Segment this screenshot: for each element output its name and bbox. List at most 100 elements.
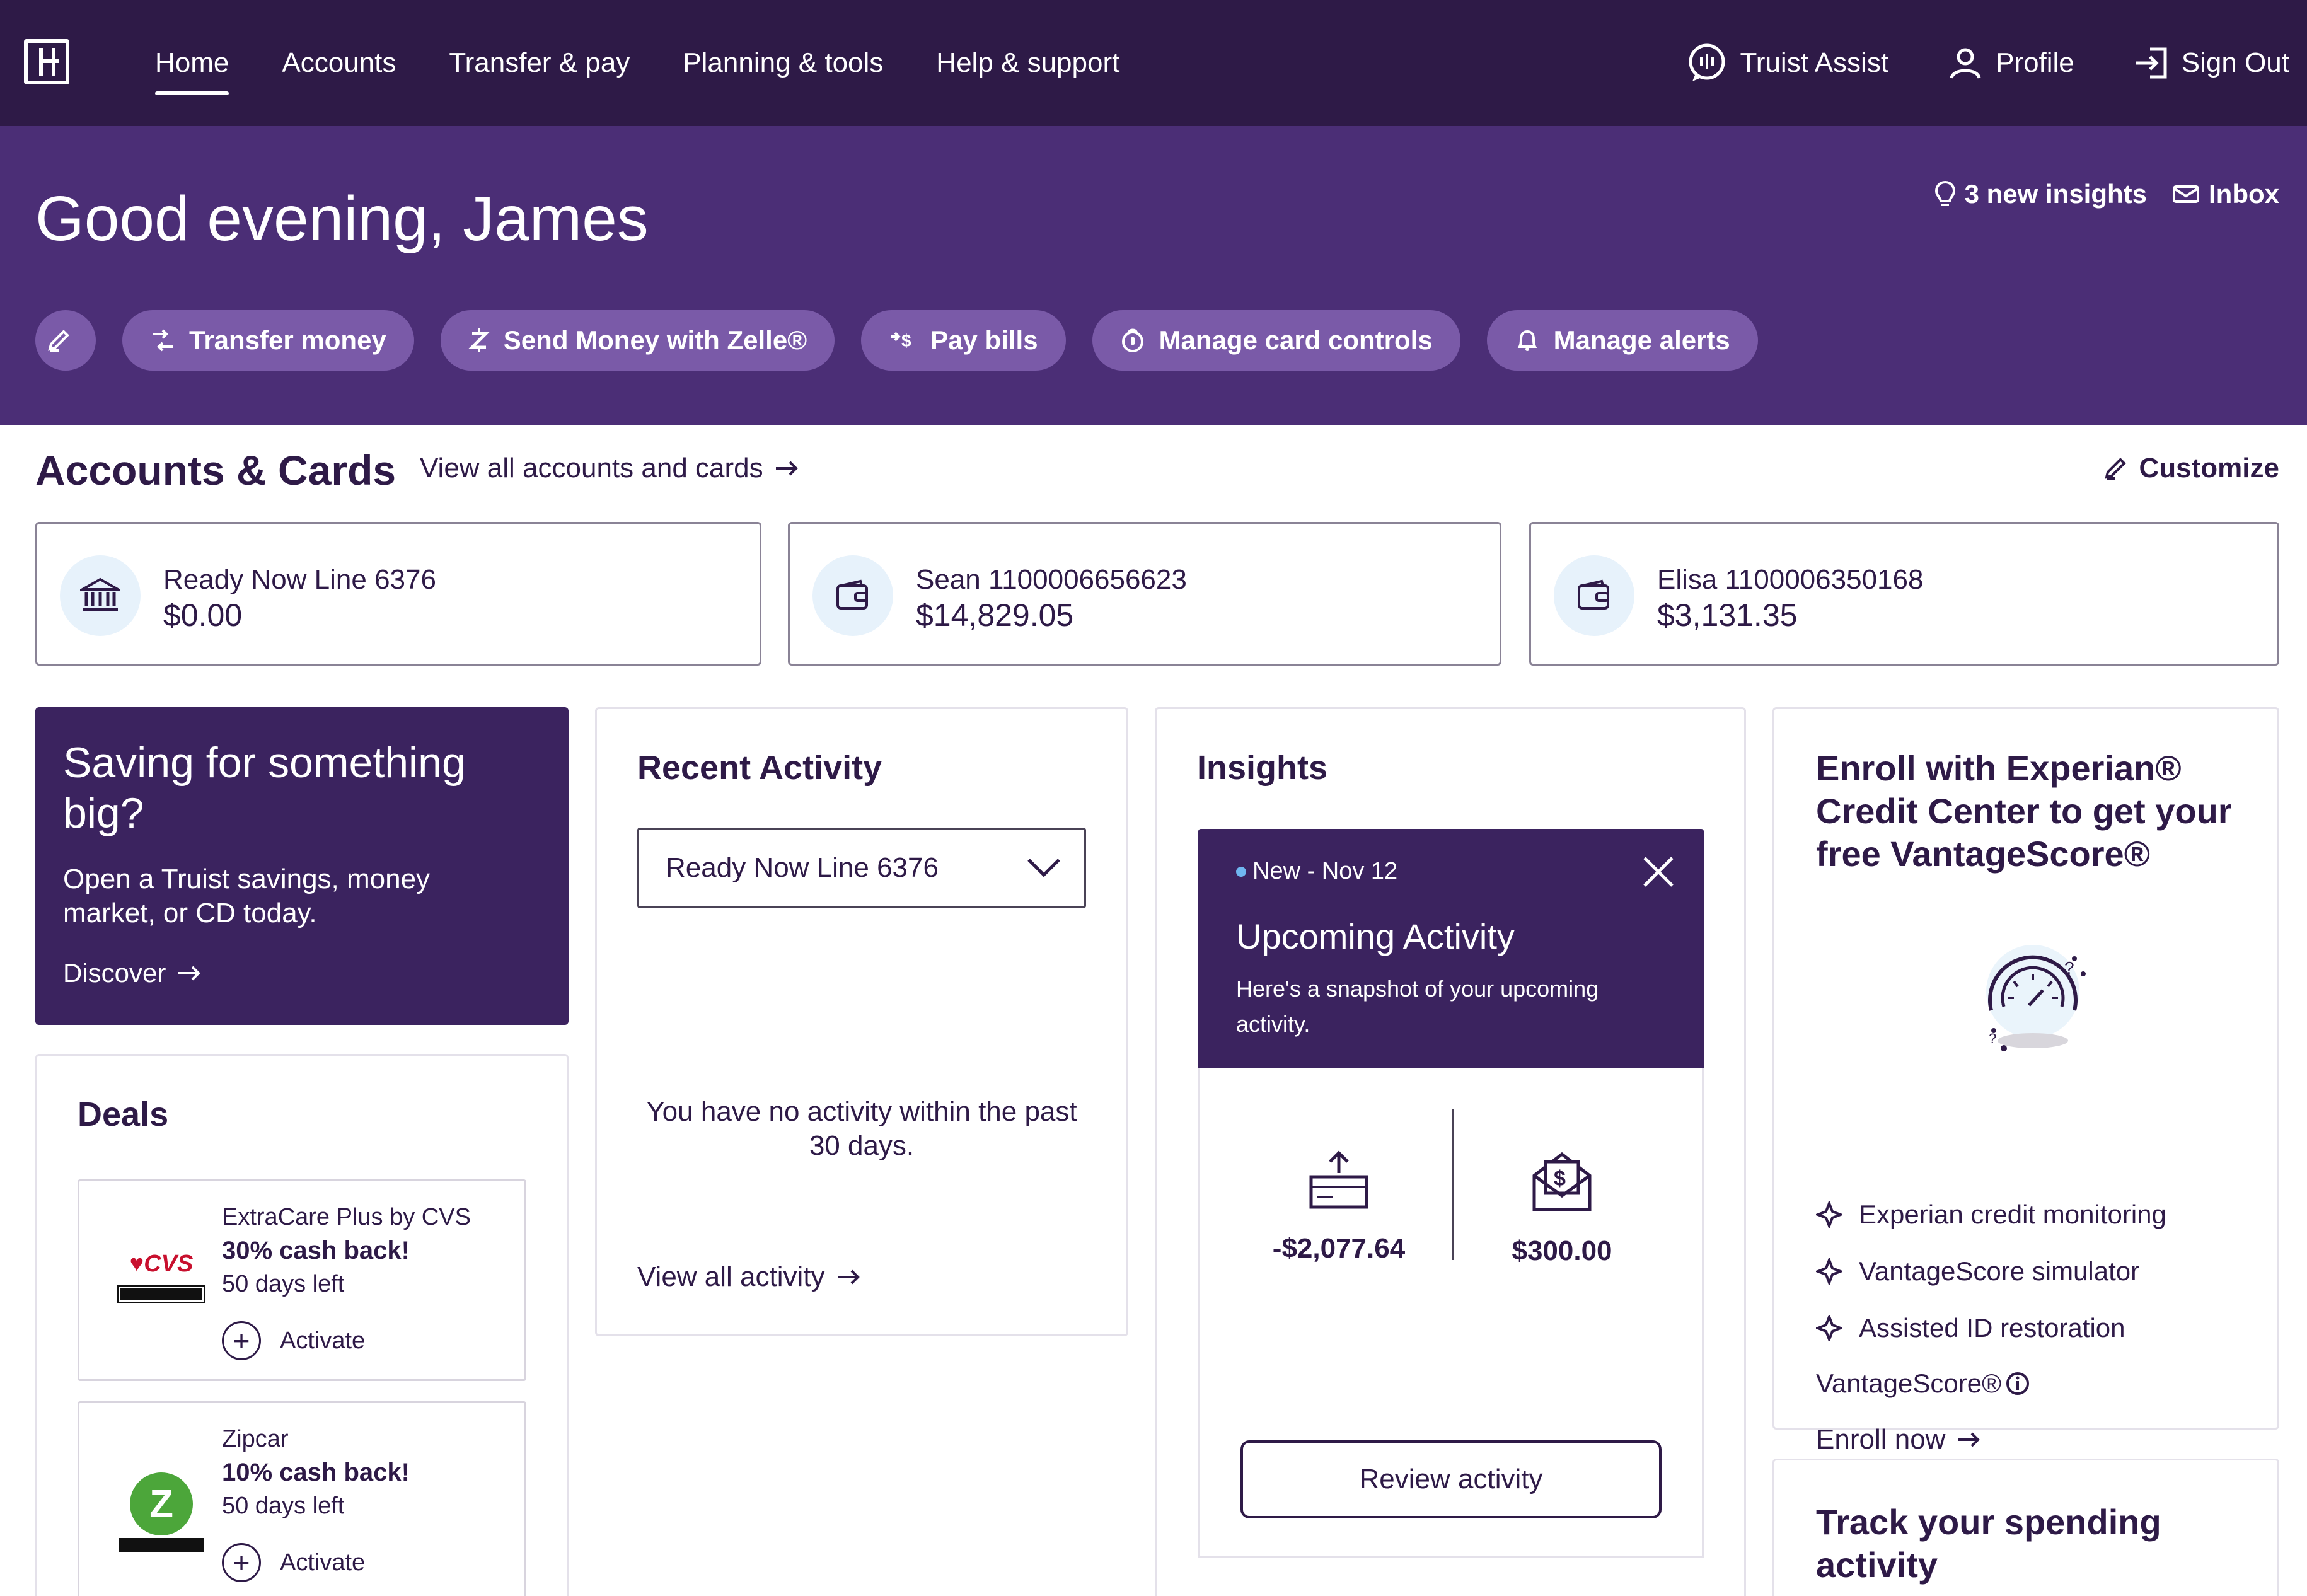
activate-deal-button[interactable]: + Activate bbox=[222, 1321, 365, 1360]
deals-title: Deals bbox=[78, 1096, 169, 1133]
top-navigation: Home Accounts Transfer & pay Planning & … bbox=[0, 0, 2307, 126]
pencil-icon bbox=[48, 330, 69, 352]
transfer-icon bbox=[153, 329, 173, 352]
pay-bills-button[interactable]: $ Pay bills bbox=[861, 310, 1066, 371]
send-zelle-label: Send Money with Zelle® bbox=[503, 325, 807, 355]
deals-card: Deals ♥CVS ExtraCare Plus by CVS 30% cas… bbox=[35, 1054, 569, 1596]
plus-icon: + bbox=[222, 1543, 261, 1582]
feature-label: Assisted ID restoration bbox=[1859, 1313, 2125, 1343]
mail-icon bbox=[2173, 185, 2199, 203]
svg-text:$: $ bbox=[901, 331, 911, 350]
account-balance: $3,131.35 bbox=[1657, 598, 1798, 633]
view-all-activity-link[interactable]: View all activity bbox=[637, 1261, 862, 1293]
new-tag: New - Nov 12 bbox=[1236, 858, 1397, 885]
activate-deal-button[interactable]: + Activate bbox=[222, 1543, 365, 1582]
profile-button[interactable]: Profile bbox=[1948, 45, 2074, 81]
send-zelle-button[interactable]: Send Money with Zelle® bbox=[440, 310, 835, 371]
arrow-right-icon bbox=[1958, 1432, 1980, 1447]
chat-assist-icon bbox=[1689, 43, 1725, 81]
customize-button[interactable]: Customize bbox=[2103, 453, 2279, 484]
wallet-icon bbox=[812, 555, 893, 636]
svg-text:?: ? bbox=[2064, 958, 2074, 978]
outgoing-column: -$2,077.64 bbox=[1244, 1150, 1433, 1264]
arrow-right-icon bbox=[178, 966, 201, 981]
insights-card: Insights New - Nov 12 Upcoming Activity … bbox=[1155, 707, 1746, 1596]
incoming-column: $ $300.00 bbox=[1467, 1150, 1657, 1267]
activate-label: Activate bbox=[280, 1549, 366, 1576]
account-tile[interactable]: Ready Now Line 6376 $0.00 bbox=[35, 522, 761, 666]
deal-days-left: 50 days left bbox=[222, 1271, 345, 1297]
lock-icon bbox=[1121, 328, 1143, 352]
edit-quick-actions-button[interactable] bbox=[35, 310, 96, 371]
sign-out-button[interactable]: Sign Out bbox=[2134, 45, 2289, 81]
accounts-section-title: Accounts & Cards bbox=[35, 447, 396, 494]
lightbulb-icon bbox=[1934, 180, 1955, 206]
nav-home[interactable]: Home bbox=[155, 47, 229, 95]
nav-help-support[interactable]: Help & support bbox=[936, 47, 1119, 79]
divider bbox=[1452, 1109, 1454, 1260]
account-tile[interactable]: Sean 1100006656623 $14,829.05 bbox=[788, 522, 1501, 666]
main-content: Accounts & Cards View all accounts and c… bbox=[0, 425, 2307, 1596]
sign-out-label: Sign Out bbox=[2181, 47, 2289, 78]
manage-card-controls-button[interactable]: Manage card controls bbox=[1092, 310, 1460, 371]
feature-item: Experian credit monitoring bbox=[1816, 1200, 2166, 1230]
credit-gauge-icon: ? ? bbox=[1986, 945, 2086, 1051]
experian-card: Enroll with Experian® Credit Center to g… bbox=[1772, 707, 2279, 1455]
manage-alerts-button[interactable]: Manage alerts bbox=[1486, 310, 1758, 371]
zelle-icon bbox=[468, 328, 490, 352]
account-balance: $14,829.05 bbox=[916, 598, 1074, 633]
wallet-icon bbox=[1554, 555, 1634, 636]
account-tile[interactable]: Elisa 1100006350168 $3,131.35 bbox=[1529, 522, 2279, 666]
greeting: Good evening, James bbox=[35, 183, 649, 254]
account-select-dropdown[interactable]: Ready Now Line 6376 bbox=[637, 828, 1086, 908]
view-all-accounts-link[interactable]: View all accounts and cards bbox=[420, 453, 800, 484]
upcoming-activity-title: Upcoming Activity bbox=[1236, 917, 1515, 956]
bell-icon bbox=[1517, 330, 1537, 351]
upcoming-activity-header: New - Nov 12 Upcoming Activity Here's a … bbox=[1198, 829, 1704, 1068]
review-activity-button[interactable]: Review activity bbox=[1240, 1440, 1662, 1518]
bank-icon bbox=[60, 555, 141, 636]
insights-link[interactable]: 3 new insights bbox=[1934, 179, 2147, 209]
truist-assist-button[interactable]: Truist Assist bbox=[1686, 42, 1889, 84]
nav-utility: Truist Assist Profile Sign Out bbox=[1627, 0, 2289, 126]
main-nav-links: Home Accounts Transfer & pay Planning & … bbox=[155, 0, 1172, 126]
svg-text:$: $ bbox=[1554, 1167, 1566, 1191]
enroll-now-link[interactable]: Enroll now bbox=[1816, 1424, 1982, 1455]
insights-count: 3 new insights bbox=[1964, 179, 2147, 209]
outgoing-payment-icon bbox=[1309, 1150, 1368, 1209]
outgoing-amount: -$2,077.64 bbox=[1272, 1233, 1406, 1264]
truist-assist-label: Truist Assist bbox=[1740, 47, 1889, 78]
activate-label: Activate bbox=[280, 1327, 366, 1354]
nav-planning-tools[interactable]: Planning & tools bbox=[683, 47, 883, 79]
transfer-money-button[interactable]: Transfer money bbox=[122, 310, 414, 371]
inbox-link[interactable]: Inbox bbox=[2172, 179, 2279, 209]
sparkle-icon bbox=[1816, 1258, 1842, 1285]
deal-cashback: 10% cash back! bbox=[222, 1459, 410, 1486]
sign-out-icon bbox=[2136, 47, 2167, 79]
cvs-logo: ♥CVS bbox=[117, 1251, 205, 1320]
incoming-amount: $300.00 bbox=[1512, 1235, 1612, 1266]
close-icon[interactable] bbox=[1641, 854, 1676, 893]
truist-logo-icon[interactable] bbox=[24, 39, 69, 84]
savings-promo-card: Saving for something big? Open a Truist … bbox=[35, 707, 569, 1025]
feature-label: Experian credit monitoring bbox=[1859, 1200, 2166, 1229]
discover-link[interactable]: Discover bbox=[63, 958, 202, 988]
plus-icon: + bbox=[222, 1321, 261, 1360]
deal-days-left: 50 days left bbox=[222, 1493, 345, 1519]
deposit-envelope-icon: $ bbox=[1532, 1152, 1592, 1211]
upcoming-activity-body: Here's a snapshot of your upcoming activ… bbox=[1236, 976, 1599, 1037]
deal-merchant: Zipcar bbox=[222, 1426, 289, 1452]
info-icon[interactable] bbox=[2005, 1371, 2030, 1396]
view-all-activity-label: View all activity bbox=[637, 1261, 825, 1292]
transfer-money-label: Transfer money bbox=[189, 325, 386, 355]
arrow-right-icon bbox=[837, 1269, 860, 1285]
quick-actions: Transfer money Send Money with Zelle® $ … bbox=[35, 310, 1784, 371]
account-name: Sean 1100006656623 bbox=[916, 564, 1187, 595]
arrow-right-icon bbox=[775, 461, 798, 476]
pay-bills-label: Pay bills bbox=[930, 325, 1038, 355]
customize-label: Customize bbox=[2139, 453, 2279, 483]
nav-accounts[interactable]: Accounts bbox=[282, 47, 396, 79]
selected-account: Ready Now Line 6376 bbox=[666, 852, 939, 883]
nav-transfer-pay[interactable]: Transfer & pay bbox=[449, 47, 630, 79]
hero-utilities: 3 new insights Inbox bbox=[1909, 179, 2279, 209]
